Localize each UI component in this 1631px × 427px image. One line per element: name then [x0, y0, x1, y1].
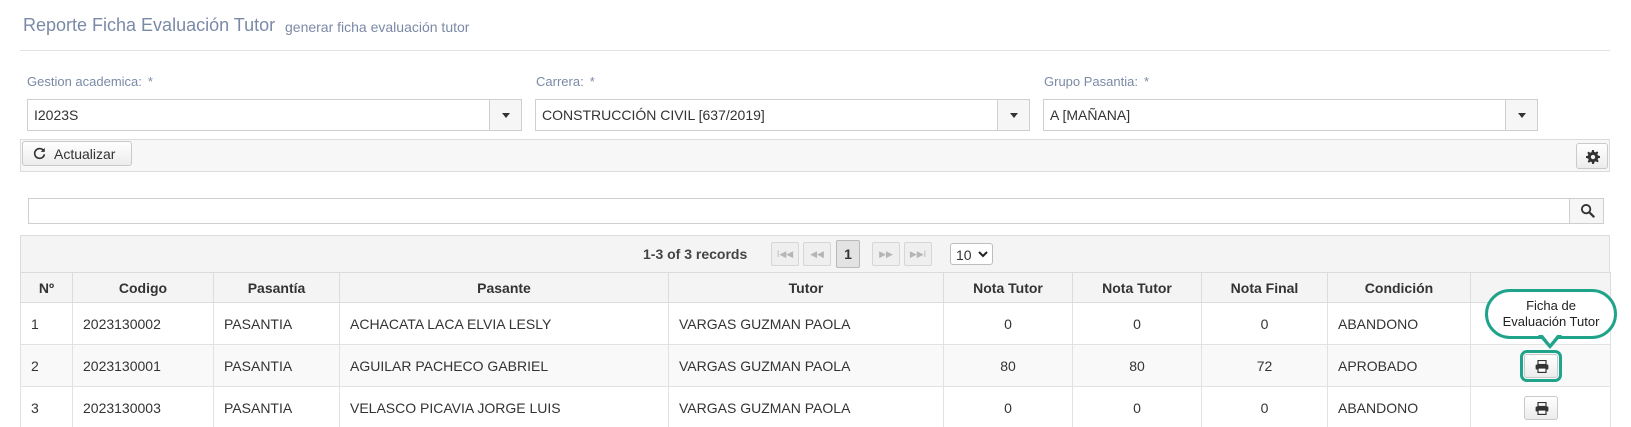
column-header[interactable]: Pasantía — [213, 272, 340, 303]
carrera-select[interactable]: CONSTRUCCIÓN CIVIL [637/2019] — [535, 99, 1030, 131]
cell-nota-tutor: 0 — [943, 386, 1073, 427]
cell-condicion: ABANDONO — [1327, 302, 1471, 345]
cell-nota-final: 72 — [1201, 344, 1328, 387]
page-title: Reporte Ficha Evaluación Tutor — [23, 15, 276, 35]
rows-per-page-select[interactable]: 10 — [950, 243, 993, 265]
cell-codigo: 2023130002 — [72, 302, 214, 345]
column-header[interactable]: Nota Final — [1201, 272, 1328, 303]
cell-codigo: 2023130001 — [72, 344, 214, 387]
prev-page-button[interactable]: ◀◀ — [803, 242, 831, 266]
cell-nota-tutor-2: 0 — [1072, 302, 1202, 345]
cell-pasantia: PASANTIA — [213, 302, 340, 345]
cell-condicion: APROBADO — [1327, 344, 1471, 387]
search-input[interactable] — [28, 198, 1604, 224]
cell-nota-tutor-2: 80 — [1072, 344, 1202, 387]
grupo-label: Grupo Pasantia: * — [1044, 74, 1149, 89]
table-row[interactable]: 3 2023130003 PASANTIA VELASCO PICAVIA JO… — [20, 386, 1611, 427]
search-button[interactable] — [1569, 199, 1603, 223]
cell-actions — [1470, 344, 1611, 387]
column-header[interactable]: Tutor — [668, 272, 944, 303]
refresh-button[interactable]: Actualizar — [22, 141, 132, 166]
required-mark: * — [589, 74, 595, 89]
page-subtitle: generar ficha evaluación tutor — [285, 19, 470, 35]
cell-nota-tutor: 80 — [943, 344, 1073, 387]
cell-pasantia: PASANTIA — [213, 386, 340, 427]
column-header[interactable]: Nota Tutor — [943, 272, 1073, 303]
settings-button[interactable] — [1576, 143, 1608, 169]
cell-codigo: 2023130003 — [72, 386, 214, 427]
column-header[interactable]: Condición — [1327, 272, 1471, 303]
cell-tutor: VARGAS GUZMAN PAOLA — [668, 302, 944, 345]
cell-n: 2 — [20, 344, 73, 387]
gestion-select-value: I2023S — [34, 107, 79, 123]
toolbar: Actualizar — [20, 139, 1610, 172]
print-icon — [1535, 401, 1548, 415]
caret-down-icon — [1010, 113, 1018, 118]
print-ficha-button[interactable] — [1519, 349, 1562, 382]
cell-condicion: ABANDONO — [1327, 386, 1471, 427]
grupo-dropdown-button[interactable] — [1505, 100, 1537, 130]
cell-pasante: AGUILAR PACHECO GABRIEL — [339, 344, 669, 387]
table-header-row: Nº Codigo Pasantía Pasante Tutor Nota Tu… — [20, 272, 1611, 303]
column-header[interactable]: Nota Tutor — [1072, 272, 1202, 303]
cell-pasante: VELASCO PICAVIA JORGE LUIS — [339, 386, 669, 427]
tooltip-line-1: Ficha de — [1526, 298, 1576, 313]
cell-pasantia: PASANTIA — [213, 344, 340, 387]
cell-n: 1 — [20, 302, 73, 345]
print-ficha-button[interactable] — [1523, 395, 1558, 420]
cell-pasante: ACHACATA LACA ELVIA LESLY — [339, 302, 669, 345]
print-icon — [1535, 359, 1548, 373]
carrera-select-value: CONSTRUCCIÓN CIVIL [637/2019] — [542, 107, 765, 123]
required-mark: * — [1143, 74, 1150, 89]
caret-down-icon — [1518, 113, 1526, 118]
paginator: 1-3 of 3 records I◀◀ ◀◀ 1 ▶▶ ▶▶I 10 — [20, 235, 1610, 273]
cell-tutor: VARGAS GUZMAN PAOLA — [668, 344, 944, 387]
carrera-label: Carrera: * — [536, 74, 595, 89]
gestion-label: Gestion academica: * — [27, 74, 153, 89]
current-page-button[interactable]: 1 — [836, 240, 860, 268]
next-page-button[interactable]: ▶▶ — [872, 242, 900, 266]
gestion-dropdown-button[interactable] — [489, 100, 521, 130]
grupo-select-value: A [MAÑANA] — [1050, 107, 1131, 123]
tooltip-pointer-inner — [1542, 334, 1558, 344]
carrera-label-text: Carrera: — [536, 74, 584, 89]
caret-down-icon — [502, 113, 510, 118]
cell-nota-tutor-2: 0 — [1072, 386, 1202, 427]
gestion-select[interactable]: I2023S — [27, 99, 522, 131]
cell-nota-final: 0 — [1201, 302, 1328, 345]
table-row[interactable]: 2 2023130001 PASANTIA AGUILAR PACHECO GA… — [20, 344, 1611, 387]
carrera-dropdown-button[interactable] — [997, 100, 1029, 130]
refresh-button-label: Actualizar — [54, 146, 116, 162]
page-header: Reporte Ficha Evaluación Tutor generar f… — [20, 0, 1610, 51]
column-header[interactable]: Nº — [20, 272, 73, 303]
cell-n: 3 — [20, 386, 73, 427]
last-page-button[interactable]: ▶▶I — [904, 242, 932, 266]
gestion-label-text: Gestion academica: — [27, 74, 142, 89]
tooltip-line-2: Evaluación Tutor — [1502, 314, 1600, 329]
table-row[interactable]: 1 2023130002 PASANTIA ACHACATA LACA ELVI… — [20, 302, 1611, 345]
records-count: 1-3 of 3 records — [643, 246, 748, 262]
gear-icon — [1586, 150, 1600, 164]
cell-actions — [1470, 386, 1611, 427]
column-header[interactable]: Pasante — [339, 272, 669, 303]
cell-nota-final: 0 — [1201, 386, 1328, 427]
required-mark: * — [147, 74, 153, 89]
first-page-button[interactable]: I◀◀ — [771, 242, 799, 266]
search-icon — [1580, 203, 1595, 218]
tooltip-callout: Ficha de Evaluación Tutor — [1485, 289, 1617, 339]
cell-tutor: VARGAS GUZMAN PAOLA — [668, 386, 944, 427]
results-table: Nº Codigo Pasantía Pasante Tutor Nota Tu… — [20, 272, 1611, 427]
grupo-select[interactable]: A [MAÑANA] — [1043, 99, 1538, 131]
rows-per-page-value: 10 — [956, 247, 972, 263]
column-header[interactable]: Codigo — [72, 272, 214, 303]
grupo-label-text: Grupo Pasantia: — [1044, 74, 1138, 89]
cell-nota-tutor: 0 — [943, 302, 1073, 345]
refresh-icon — [33, 147, 46, 160]
chevron-down-icon — [978, 251, 988, 258]
